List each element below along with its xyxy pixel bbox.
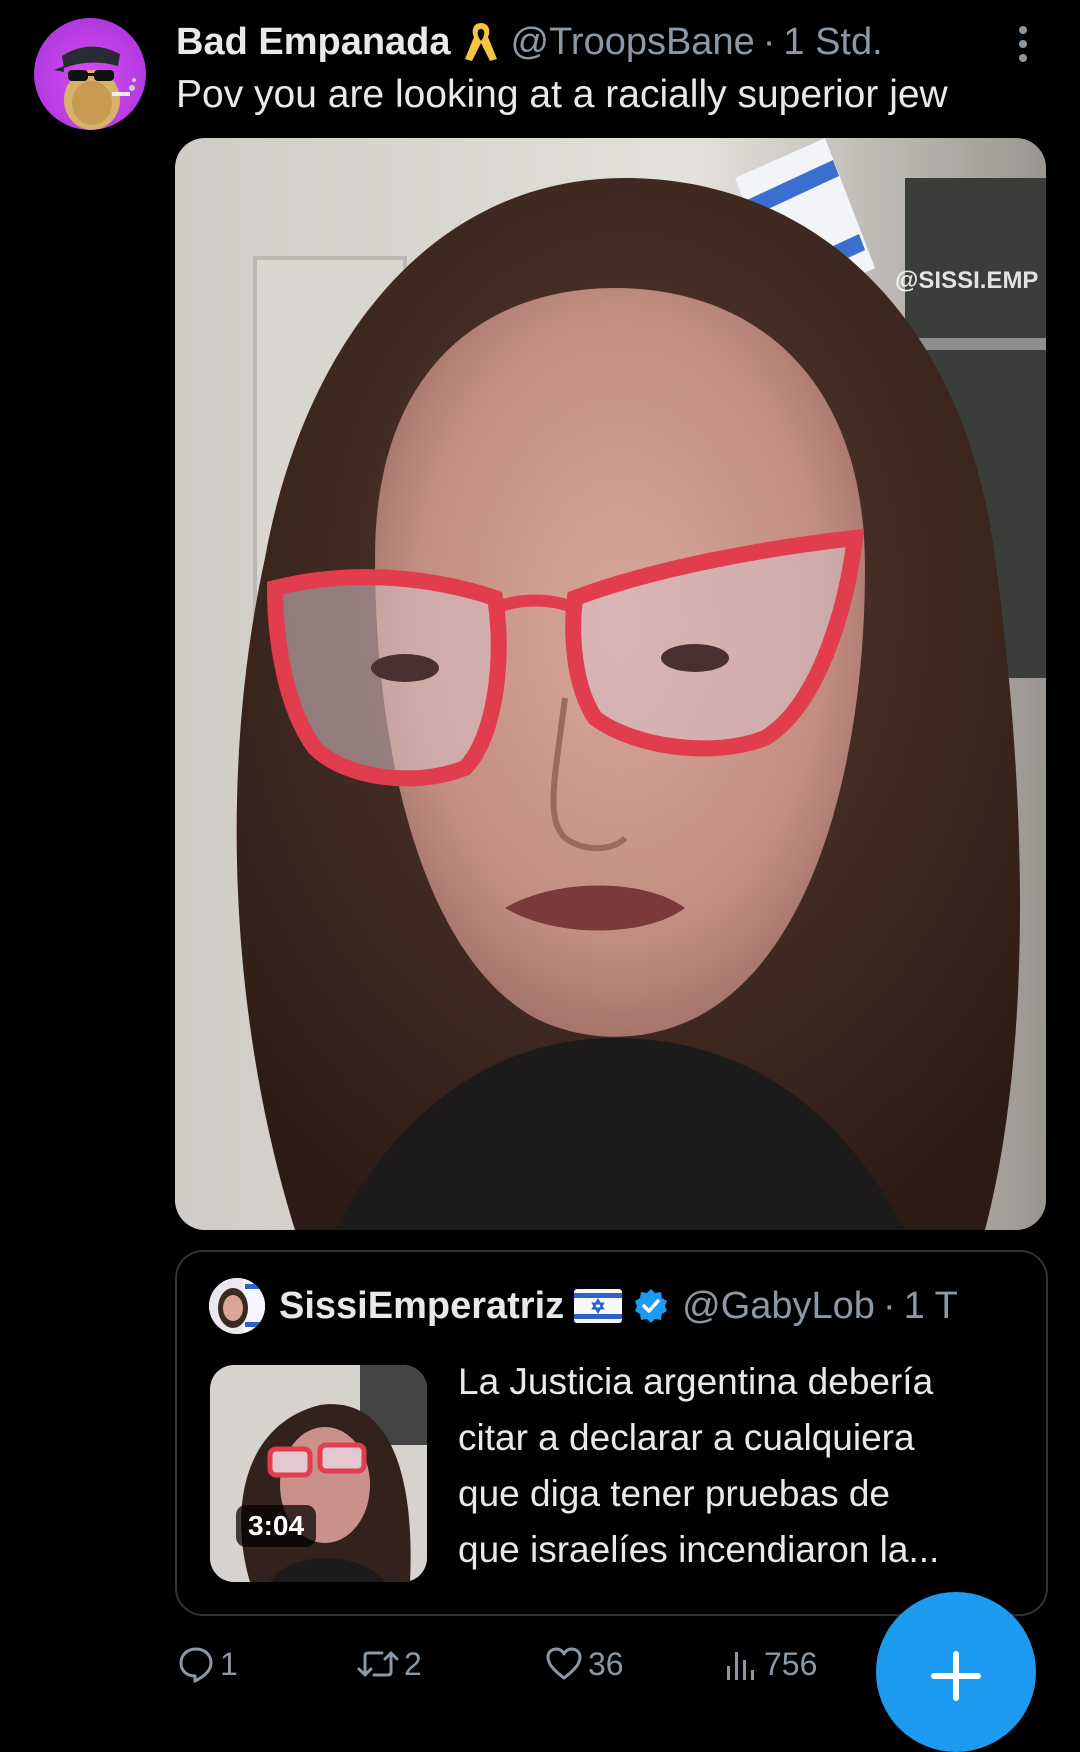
quoted-text-line: que diga tener pruebas de <box>458 1473 891 1514</box>
quoted-text-line: La Justicia argentina debería <box>458 1361 934 1402</box>
video-frame-image: @SISSI.EMP <box>175 138 1046 1230</box>
author-name[interactable]: Bad Empanada <box>176 21 451 64</box>
video-duration: 3:04 <box>236 1505 317 1547</box>
retweet-count: 2 <box>404 1645 422 1682</box>
tweet: Bad Empanada @TroopsBane · 1 Std. Pov yo… <box>0 0 1080 1752</box>
yellow-ribbon-icon <box>461 19 501 65</box>
quoted-author-handle: @GabyLob <box>682 1284 875 1327</box>
views-button[interactable]: 756 <box>724 1640 817 1688</box>
reply-count: 1 <box>220 1645 238 1682</box>
heart-icon <box>546 1647 582 1680</box>
like-count: 36 <box>588 1645 624 1682</box>
quoted-text-line: que israelíes incendiaron la... <box>458 1529 940 1570</box>
verified-badge-icon <box>632 1287 670 1325</box>
reply-button[interactable]: 1 <box>176 1640 238 1688</box>
tweet-media-video[interactable]: @SISSI.EMP <box>175 138 1046 1230</box>
compose-button[interactable] <box>876 1592 1036 1752</box>
israel-flag-icon <box>574 1289 623 1323</box>
quoted-timestamp: 1 T <box>903 1284 958 1327</box>
views-icon <box>727 1652 754 1680</box>
avatar-illustration <box>54 46 136 130</box>
quoted-video-thumbnail[interactable]: 3:04 <box>210 1365 427 1582</box>
views-count: 756 <box>764 1645 818 1682</box>
quoted-separator-dot: · <box>882 1284 896 1327</box>
more-vertical-icon[interactable] <box>1010 22 1036 66</box>
tweet-text: Pov you are looking at a racially superi… <box>176 73 948 116</box>
like-button[interactable]: 36 <box>544 1640 624 1688</box>
quoted-text-line: citar a declarar a cualquiera <box>458 1417 915 1458</box>
reply-icon <box>179 1647 213 1683</box>
retweet-icon <box>357 1651 399 1677</box>
author-avatar[interactable] <box>34 18 146 130</box>
video-watermark: @SISSI.EMP <box>895 267 1038 294</box>
quoted-tweet[interactable]: SissiEmperatriz @GabyLob · 1 T 3:04 La J… <box>175 1250 1048 1616</box>
tweet-header: Bad Empanada @TroopsBane · 1 Std. <box>176 14 1036 70</box>
retweet-button[interactable]: 2 <box>356 1640 422 1688</box>
quoted-tweet-header: SissiEmperatriz @GabyLob · 1 T <box>209 1276 958 1336</box>
separator-dot: · <box>762 20 776 63</box>
quoted-author-avatar <box>209 1278 265 1334</box>
quoted-tweet-text: La Justicia argentina debería citar a de… <box>458 1354 1018 1578</box>
author-handle[interactable]: @TroopsBane <box>511 21 755 64</box>
tweet-timestamp[interactable]: 1 Std. <box>783 21 882 64</box>
quoted-author-name: SissiEmperatriz <box>279 1284 565 1327</box>
